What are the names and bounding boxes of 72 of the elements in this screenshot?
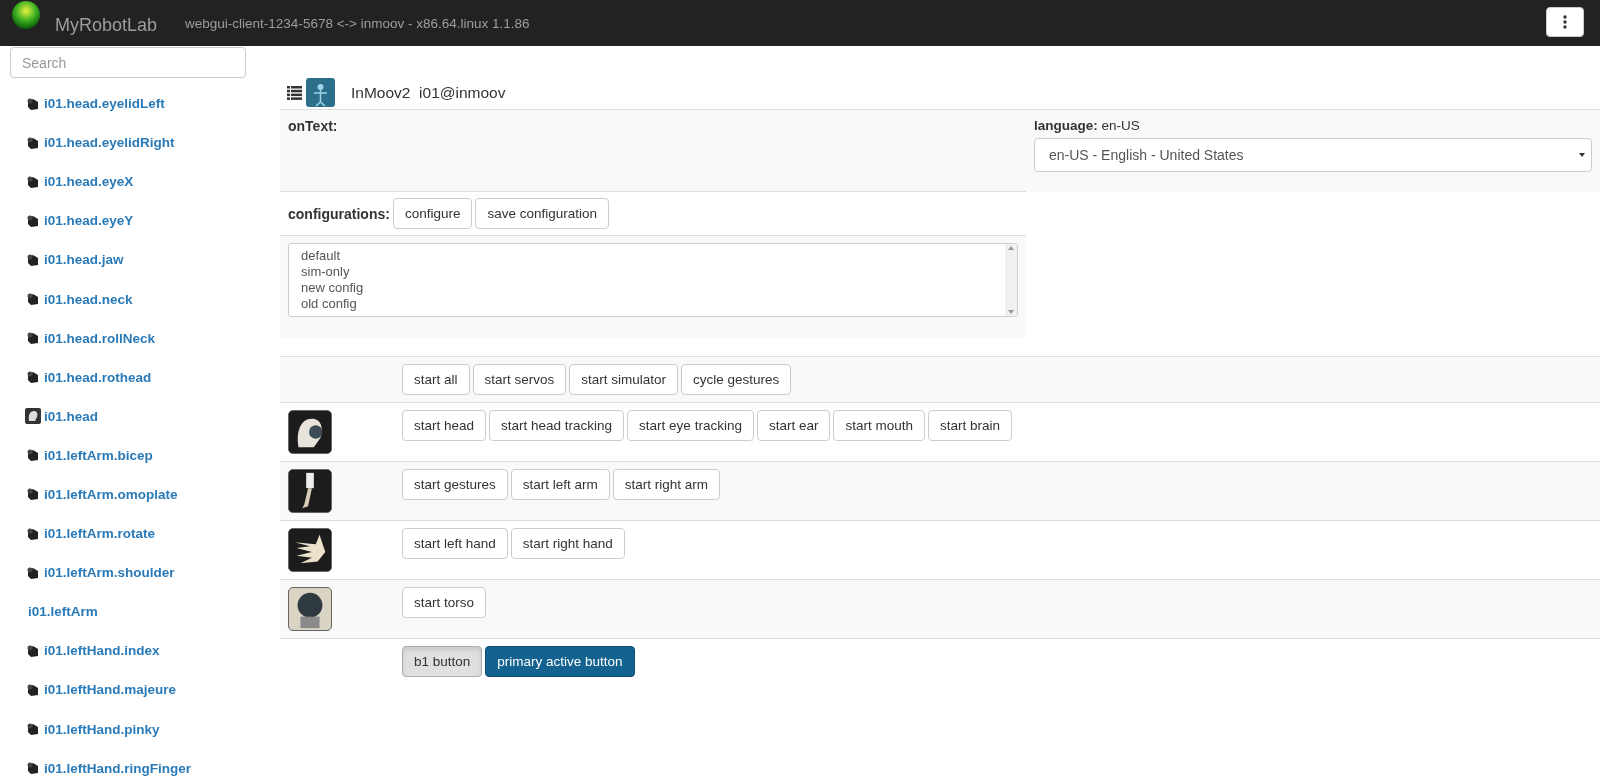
- start-button[interactable]: start brain: [927, 410, 1012, 441]
- service-link[interactable]: i01.head.rollNeck: [0, 318, 260, 358]
- config-button[interactable]: configure: [392, 198, 473, 229]
- robot-arm-picture: [288, 469, 332, 513]
- configuration-option[interactable]: default: [301, 248, 993, 264]
- scrollbar[interactable]: [1005, 244, 1017, 316]
- start-button[interactable]: start servos: [472, 364, 567, 395]
- service-link[interactable]: i01.leftArm.bicep: [0, 435, 260, 475]
- start-button[interactable]: start eye tracking: [627, 410, 754, 441]
- language-dropdown[interactable]: en-US - English - United States: [1034, 138, 1592, 172]
- start-button[interactable]: start mouth: [833, 410, 925, 441]
- language-label: language: en-US: [1034, 118, 1141, 133]
- scroll-down-icon[interactable]: [1008, 310, 1014, 314]
- start-button[interactable]: start left arm: [510, 469, 610, 500]
- servo-icon: [25, 760, 41, 777]
- servo-icon: [25, 486, 41, 503]
- start-button[interactable]: start left hand: [402, 528, 508, 559]
- default-button[interactable]: b1 button: [402, 646, 483, 677]
- menu-icon: [1563, 15, 1567, 29]
- service-link[interactable]: i01.leftHand.pinky: [0, 709, 260, 749]
- start-button[interactable]: start head: [402, 410, 487, 441]
- service-link[interactable]: i01.head: [0, 396, 260, 436]
- service-link[interactable]: i01.leftArm: [0, 592, 260, 632]
- scroll-up-icon[interactable]: [1008, 246, 1014, 250]
- caret-icon: [1579, 153, 1585, 157]
- start-button[interactable]: start gestures: [402, 469, 508, 500]
- service-link[interactable]: i01.leftArm.shoulder: [0, 553, 260, 593]
- service-link[interactable]: i01.leftArm.omoplate: [0, 474, 260, 515]
- search-field[interactable]: Search: [10, 47, 246, 78]
- brand-title[interactable]: MyRobotLab: [55, 14, 158, 36]
- service-link[interactable]: i01.head.eyeY: [0, 201, 260, 241]
- start-button[interactable]: start ear: [756, 410, 831, 441]
- service-link[interactable]: i01.leftArm.rotate: [0, 514, 260, 554]
- ball-logo: [11, 0, 41, 30]
- start-button[interactable]: start torso: [402, 587, 487, 618]
- servo-icon: [25, 291, 41, 307]
- service-link[interactable]: i01.head.eyelidRight: [0, 123, 260, 163]
- servo-icon: [25, 330, 41, 347]
- service-link[interactable]: i01.head.jaw: [0, 240, 260, 280]
- start-button[interactable]: start right hand: [510, 528, 625, 559]
- start-button[interactable]: start head tracking: [489, 410, 625, 441]
- robot-torso-picture: [288, 587, 332, 631]
- menu-button[interactable]: [1546, 7, 1584, 37]
- configuration-list[interactable]: default sim-only new config old config: [288, 243, 1018, 317]
- robot-head-picture: [288, 410, 332, 454]
- service-link[interactable]: i01.leftHand.index: [0, 631, 260, 671]
- ontext-label: onText:: [288, 118, 338, 134]
- service-link[interactable]: i01.head.eyeX: [0, 162, 260, 202]
- start-button[interactable]: start simulator: [569, 364, 679, 395]
- robot-logo-icon: [306, 78, 335, 107]
- service-link[interactable]: i01.leftHand.ringFinger: [0, 748, 260, 782]
- start-button[interactable]: cycle gestures: [681, 364, 792, 395]
- configuration-option[interactable]: new config: [301, 280, 993, 296]
- servo-icon: [25, 447, 41, 464]
- service-title: InMoov2 i01@inmoov: [351, 83, 506, 102]
- service-link[interactable]: i01.leftHand.majeure: [0, 670, 260, 710]
- robot-hand-picture: [288, 528, 332, 572]
- primary-button[interactable]: primary active button: [485, 646, 635, 677]
- robot-head-icon: [25, 408, 41, 425]
- service-link[interactable]: i01.head.eyelidLeft: [0, 84, 260, 124]
- configurations-label: configurations:: [288, 205, 390, 222]
- configuration-option[interactable]: old config: [301, 296, 993, 312]
- start-button[interactable]: start right arm: [612, 469, 721, 500]
- servo-icon: [25, 369, 41, 386]
- connection-info: webgui-client-1234-5678 <-> inmoov - x86.64.linux 1.1.86: [185, 15, 530, 31]
- service-link[interactable]: i01.head.rothead: [0, 357, 260, 397]
- config-button[interactable]: save configuration: [475, 198, 609, 229]
- configuration-option[interactable]: sim-only: [301, 264, 993, 280]
- service-link[interactable]: i01.head.neck: [0, 279, 260, 319]
- servo-icon: [25, 721, 41, 738]
- list-icon[interactable]: [287, 85, 302, 100]
- start-button[interactable]: start all: [402, 364, 470, 395]
